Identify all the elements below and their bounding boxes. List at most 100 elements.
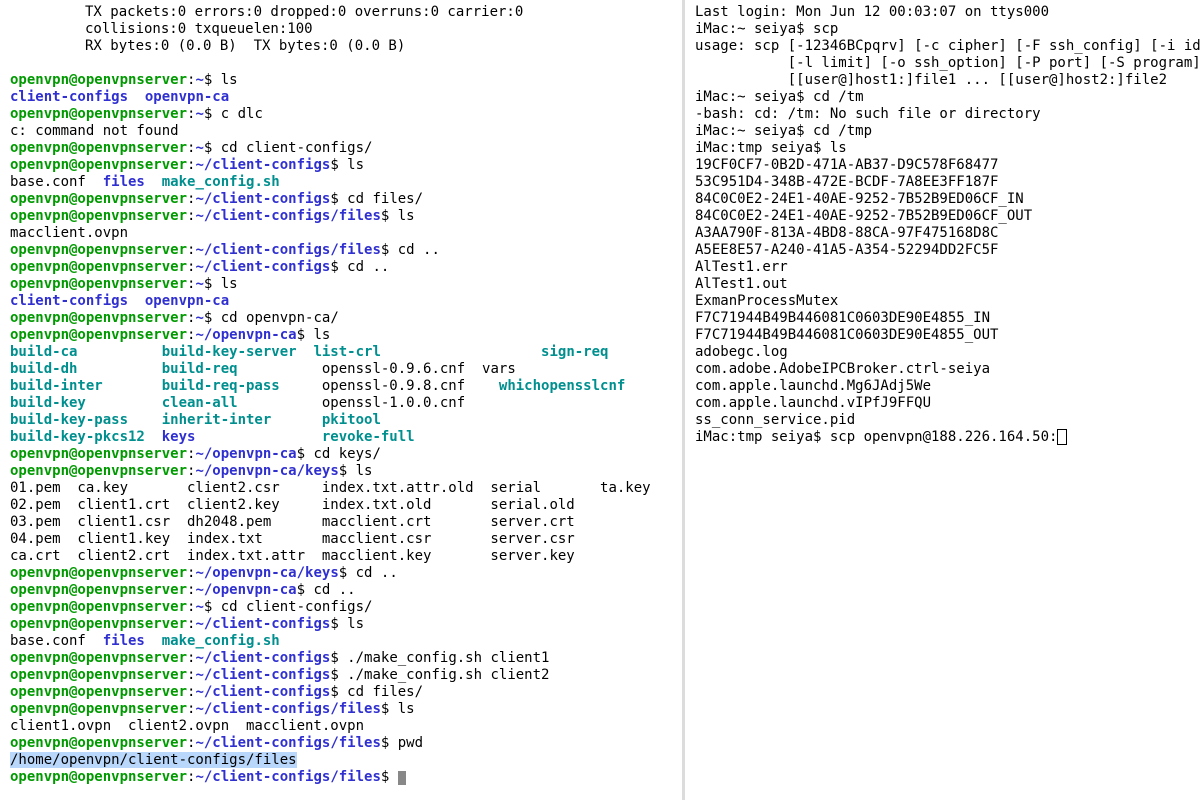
exec: build-key-pkcs12	[10, 429, 162, 445]
prompt-userhost: openvpn@openvpnserver	[10, 701, 187, 717]
file: vars	[482, 361, 516, 377]
file: F7C71944B49B446081C0603DE90E4855_IN	[695, 310, 990, 326]
exec: build-req	[162, 361, 314, 377]
dir: client-configs	[10, 89, 128, 105]
file: A3AA790F-813A-4BD8-88CA-97F475168D8C	[695, 225, 998, 241]
file-row: 03.pem client1.csr dh2048.pem macclient.…	[10, 514, 600, 530]
file: com.apple.launchd.vIPfJ9FFQU	[695, 395, 931, 411]
prompt-path: ~	[195, 276, 203, 292]
prompt-path: ~	[195, 72, 203, 88]
exec: build-key-server	[162, 344, 314, 360]
exec: whichopensslcnf	[499, 378, 625, 394]
prompt-userhost: openvpn@openvpnserver	[10, 684, 187, 700]
prompt-path: ~/openvpn-ca	[195, 582, 296, 598]
exec: make_config.sh	[162, 174, 280, 190]
prompt-path: ~/client-configs	[195, 259, 330, 275]
login-line: Last login: Mon Jun 12 00:03:07 on ttys0…	[695, 4, 1049, 20]
prompt-userhost: openvpn@openvpnserver	[10, 616, 187, 632]
exec: sign-req	[541, 344, 608, 360]
file: ss_conn_service.pid	[695, 412, 855, 428]
file: base.conf	[10, 633, 86, 649]
prompt-path: ~/client-configs	[195, 191, 330, 207]
dir: client-configs	[10, 293, 128, 309]
file: AlTest1.err	[695, 259, 788, 275]
prompt-path: ~/client-configs/files	[195, 242, 380, 258]
prompt-userhost: openvpn@openvpnserver	[10, 735, 187, 751]
prompt: iMac:~ seiya$	[695, 89, 813, 105]
prompt: iMac:tmp seiya$	[695, 429, 830, 445]
exec: build-inter	[10, 378, 162, 394]
prompt-path: ~/client-configs	[195, 157, 330, 173]
file-row: client1.ovpn client2.ovpn macclient.ovpn	[10, 718, 364, 734]
prompt: iMac:~ seiya$	[695, 123, 813, 139]
dir: keys	[162, 429, 314, 445]
prompt-userhost: openvpn@openvpnserver	[10, 191, 187, 207]
error-line: c: command not found	[10, 123, 179, 139]
prompt-path: ~/openvpn-ca	[195, 446, 296, 462]
prompt-userhost: openvpn@openvpnserver	[10, 650, 187, 666]
exec: inherit-inter	[162, 412, 314, 428]
left-terminal[interactable]: TX packets:0 errors:0 dropped:0 overruns…	[0, 0, 682, 800]
prompt-path: ~	[195, 310, 203, 326]
usage-line: usage: scp [-12346BCpqrv] [-c cipher] [-…	[695, 38, 1200, 54]
dir: files	[103, 633, 145, 649]
dir: files	[103, 174, 145, 190]
cursor-icon	[398, 771, 406, 785]
prompt-userhost: openvpn@openvpnserver	[10, 769, 187, 785]
right-terminal[interactable]: Last login: Mon Jun 12 00:03:07 on ttys0…	[685, 0, 1200, 800]
prompt-path: ~/client-configs/files	[195, 769, 380, 785]
prompt-userhost: openvpn@openvpnserver	[10, 157, 187, 173]
exec: list-crl	[313, 344, 380, 360]
prompt-userhost: openvpn@openvpnserver	[10, 140, 187, 156]
prompt-path: ~/openvpn-ca	[195, 327, 296, 343]
file: base.conf	[10, 174, 86, 190]
error-line: -bash: cd: /tm: No such file or director…	[695, 106, 1041, 122]
file: 84C0C0E2-24E1-40AE-9252-7B52B9ED06CF_IN	[695, 191, 1024, 207]
exec: revoke-full	[322, 429, 482, 445]
dir: openvpn-ca	[145, 89, 229, 105]
prompt-userhost: openvpn@openvpnserver	[10, 310, 187, 326]
prompt-path: ~	[195, 106, 203, 122]
prompt-path: ~/client-configs/files	[195, 208, 380, 224]
output-line: TX packets:0 errors:0 dropped:0 overruns…	[10, 4, 672, 21]
prompt-path: ~	[195, 599, 203, 615]
file-row: 01.pem ca.key client2.csr index.txt.attr…	[10, 480, 651, 496]
dir: openvpn-ca	[145, 293, 229, 309]
file: openssl-0.9.6.cnf	[322, 361, 482, 377]
prompt-path: ~/openvpn-ca/keys	[195, 463, 338, 479]
file: F7C71944B49B446081C0603DE90E4855_OUT	[695, 327, 998, 343]
file: openssl-1.0.0.cnf	[322, 395, 482, 411]
prompt: iMac:tmp seiya$	[695, 140, 830, 156]
prompt-path: ~/client-configs/files	[195, 735, 380, 751]
prompt-path: ~/openvpn-ca/keys	[195, 565, 338, 581]
usage-line: [[user@]host1:]file1 ... [[user@]host2:]…	[695, 72, 1167, 88]
exec: pkitool	[322, 412, 482, 428]
file: AlTest1.out	[695, 276, 788, 292]
prompt-userhost: openvpn@openvpnserver	[10, 242, 187, 258]
file-row: 04.pem client1.key index.txt macclient.c…	[10, 531, 600, 547]
exec: build-req-pass	[162, 378, 314, 394]
prompt-path: ~	[195, 140, 203, 156]
exec: build-dh	[10, 361, 162, 377]
cursor-icon	[1057, 429, 1067, 445]
prompt-userhost: openvpn@openvpnserver	[10, 72, 187, 88]
exec: build-key-pass	[10, 412, 162, 428]
prompt-userhost: openvpn@openvpnserver	[10, 582, 187, 598]
file: 19CF0CF7-0B2D-471A-AB37-D9C578F68477	[695, 157, 998, 173]
prompt-path: ~/client-configs	[195, 616, 330, 632]
prompt-path: ~/client-configs	[195, 684, 330, 700]
prompt-userhost: openvpn@openvpnserver	[10, 599, 187, 615]
prompt-userhost: openvpn@openvpnserver	[10, 327, 187, 343]
prompt-userhost: openvpn@openvpnserver	[10, 565, 187, 581]
usage-line: [-l limit] [-o ssh_option] [-P port] [-S…	[695, 55, 1200, 71]
file: ExmanProcessMutex	[695, 293, 838, 309]
exec: clean-all	[162, 395, 314, 411]
file: com.apple.launchd.Mg6JAdj5We	[695, 378, 931, 394]
prompt-path: ~/client-configs	[195, 667, 330, 683]
prompt-userhost: openvpn@openvpnserver	[10, 276, 187, 292]
file: openssl-0.9.8.cnf	[322, 378, 482, 394]
prompt-path: ~/client-configs/files	[195, 701, 380, 717]
prompt-userhost: openvpn@openvpnserver	[10, 463, 187, 479]
output-line: collisions:0 txqueuelen:100	[10, 21, 672, 38]
prompt-userhost: openvpn@openvpnserver	[10, 106, 187, 122]
